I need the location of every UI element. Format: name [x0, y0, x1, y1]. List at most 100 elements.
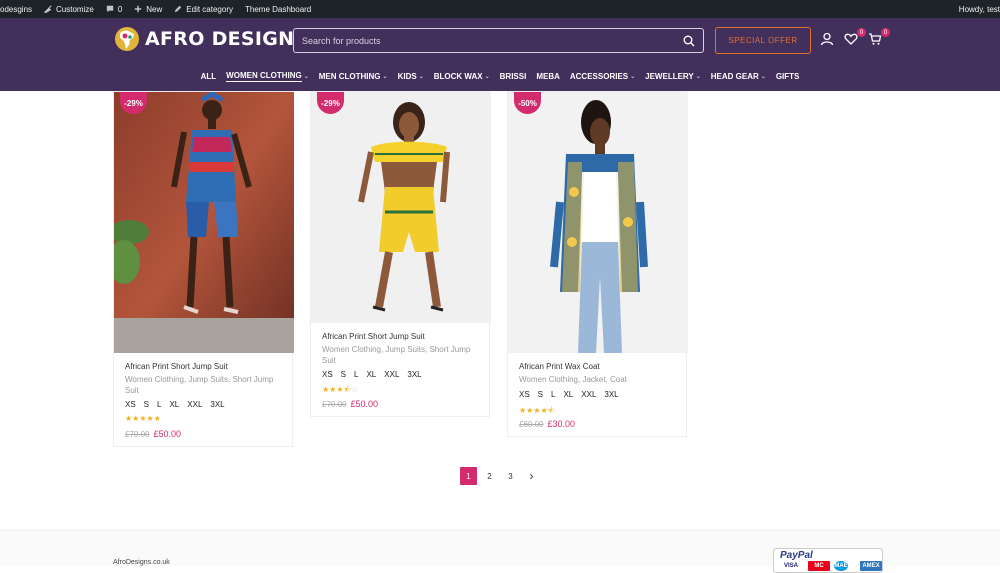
admin-comments-count: 0: [117, 4, 123, 14]
admin-new-link[interactable]: New: [128, 0, 168, 18]
product-card[interactable]: -29% African Print Short Jump Suit Women…: [113, 91, 294, 447]
nav-item-block-wax[interactable]: BLOCK WAX ⌄: [429, 71, 495, 82]
nav-item-jewellery[interactable]: JEWELLERY ⌄: [640, 71, 706, 82]
admin-edit-category-label: Edit category: [186, 4, 233, 14]
size-option[interactable]: L: [157, 400, 161, 409]
next-page-button[interactable]: ›: [523, 467, 540, 485]
nav-item-meba[interactable]: MEBA: [531, 71, 565, 82]
nav-label: KIDS: [397, 72, 417, 81]
size-option[interactable]: XXL: [384, 370, 399, 379]
africa-map-icon: [115, 27, 139, 51]
product-categories[interactable]: Women Clothing, Jump Suits, Short Jump S…: [125, 375, 285, 396]
size-option[interactable]: XS: [519, 390, 530, 399]
plus-icon: [135, 5, 142, 13]
comment-icon: [106, 5, 114, 13]
logo-text: AFRO DESIGNS: [145, 28, 309, 50]
nav-item-gifts[interactable]: GIFTS: [771, 71, 805, 82]
chevron-down-icon: ⌄: [695, 74, 701, 80]
admin-account-menu[interactable]: Howdy, test: [953, 0, 1000, 18]
admin-comments-link[interactable]: 0: [100, 0, 128, 18]
nav-label: BRISSI: [499, 72, 527, 81]
product-image[interactable]: -50%: [508, 92, 688, 353]
main-nav: ALL WOMEN CLOTHING ⌄ MEN CLOTHING ⌄ KIDS ⌄ …: [0, 71, 1000, 82]
wishlist-button[interactable]: 0: [844, 28, 866, 50]
paypal-label: PayPal: [780, 550, 813, 561]
payment-methods: PayPal VISA MC MAE AMEX: [773, 548, 883, 573]
admin-edit-category-link[interactable]: Edit category: [168, 0, 239, 18]
size-option[interactable]: L: [551, 390, 555, 399]
size-option[interactable]: XL: [169, 400, 179, 409]
nav-label: GIFTS: [775, 72, 800, 81]
size-option[interactable]: 3XL: [210, 400, 224, 409]
size-option[interactable]: S: [538, 390, 543, 399]
nav-label: MEBA: [536, 72, 560, 81]
sale-price: £50.00: [153, 429, 181, 439]
nav-item-accessories[interactable]: ACCESSORIES ⌄: [565, 71, 640, 82]
page-2-button[interactable]: 2: [481, 467, 498, 485]
size-option[interactable]: 3XL: [407, 370, 421, 379]
page-1-button[interactable]: 1: [460, 467, 477, 485]
product-card[interactable]: -29% African Print Short Jump Suit Women…: [310, 91, 491, 417]
size-option[interactable]: XXL: [581, 390, 596, 399]
product-sizes: XS S L XL XXL 3XL: [519, 390, 619, 399]
size-option[interactable]: XS: [322, 370, 333, 379]
nav-label: ACCESSORIES: [569, 72, 629, 81]
nav-item-women-clothing[interactable]: WOMEN CLOTHING ⌄: [221, 71, 314, 82]
size-option[interactable]: XL: [366, 370, 376, 379]
cart-button[interactable]: 0: [868, 28, 890, 50]
nav-label: HEAD GEAR: [710, 72, 759, 81]
search-input[interactable]: [302, 35, 683, 46]
account-button[interactable]: [820, 32, 838, 50]
size-option[interactable]: XXL: [187, 400, 202, 409]
sale-price: £50.00: [350, 399, 378, 409]
product-name[interactable]: African Print Wax Coat: [519, 362, 600, 371]
nav-label: MEN CLOTHING: [318, 72, 381, 81]
nav-label: BLOCK WAX: [433, 72, 483, 81]
product-categories[interactable]: Women Clothing, Jacket, Coat: [519, 375, 679, 386]
user-icon: [820, 32, 834, 46]
chevron-down-icon: ⌄: [303, 74, 309, 80]
product-card[interactable]: -50% African Print Wax Coat Women Clothi…: [507, 91, 688, 437]
product-categories[interactable]: Women Clothing, Jump Suits, Short Jump S…: [322, 345, 482, 366]
search-bar: [293, 28, 704, 53]
sale-price: £30.00: [547, 419, 575, 429]
paypal-logo: PayPal: [780, 550, 813, 561]
chevron-down-icon: ⌄: [484, 74, 490, 80]
product-image[interactable]: -29%: [311, 92, 491, 323]
size-option[interactable]: S: [144, 400, 149, 409]
product-name[interactable]: African Print Short Jump Suit: [125, 362, 228, 371]
old-price: £70.00: [322, 400, 347, 409]
admin-customize-link[interactable]: Customize: [38, 0, 100, 18]
nav-item-all[interactable]: ALL: [196, 71, 222, 82]
admin-site-link[interactable]: odesgins: [0, 0, 38, 18]
heart-icon: [844, 33, 858, 45]
product-photo: [311, 92, 491, 323]
nav-label: ALL: [200, 72, 217, 81]
product-image[interactable]: -29%: [114, 92, 294, 353]
nav-item-head-gear[interactable]: HEAD GEAR ⌄: [706, 71, 771, 82]
special-offer-button[interactable]: SPECIAL OFFER: [715, 27, 811, 54]
nav-item-men-clothing[interactable]: MEN CLOTHING ⌄: [314, 71, 393, 82]
nav-item-brissi[interactable]: BRISSI: [495, 71, 532, 82]
star-rating: ★★★⯪☆: [322, 385, 359, 394]
site-footer: AfroDesigns.co.uk PayPal VISA MC MAE AME…: [0, 530, 1000, 573]
size-option[interactable]: XS: [125, 400, 136, 409]
admin-theme-dashboard-link[interactable]: Theme Dashboard: [239, 0, 317, 18]
old-price: £70.00: [125, 430, 150, 439]
visa-card-icon: VISA: [780, 561, 802, 571]
size-option[interactable]: L: [354, 370, 358, 379]
product-name[interactable]: African Print Short Jump Suit: [322, 332, 425, 341]
chevron-down-icon: ⌄: [630, 74, 636, 80]
nav-item-kids[interactable]: KIDS ⌄: [393, 71, 429, 82]
product-price: £60.00 £30.00: [519, 419, 575, 429]
size-option[interactable]: 3XL: [604, 390, 618, 399]
product-sizes: XS S L XL XXL 3XL: [322, 370, 422, 379]
page-3-button[interactable]: 3: [502, 467, 519, 485]
search-icon[interactable]: [683, 35, 695, 47]
admin-bar: odesgins Customize 0 New Edit category T…: [0, 0, 1000, 18]
admin-howdy-label: Howdy, test: [958, 4, 1000, 14]
size-option[interactable]: S: [341, 370, 346, 379]
site-logo[interactable]: AFRO DESIGNS: [113, 25, 308, 53]
nav-label: JEWELLERY: [645, 72, 694, 81]
size-option[interactable]: XL: [563, 390, 573, 399]
